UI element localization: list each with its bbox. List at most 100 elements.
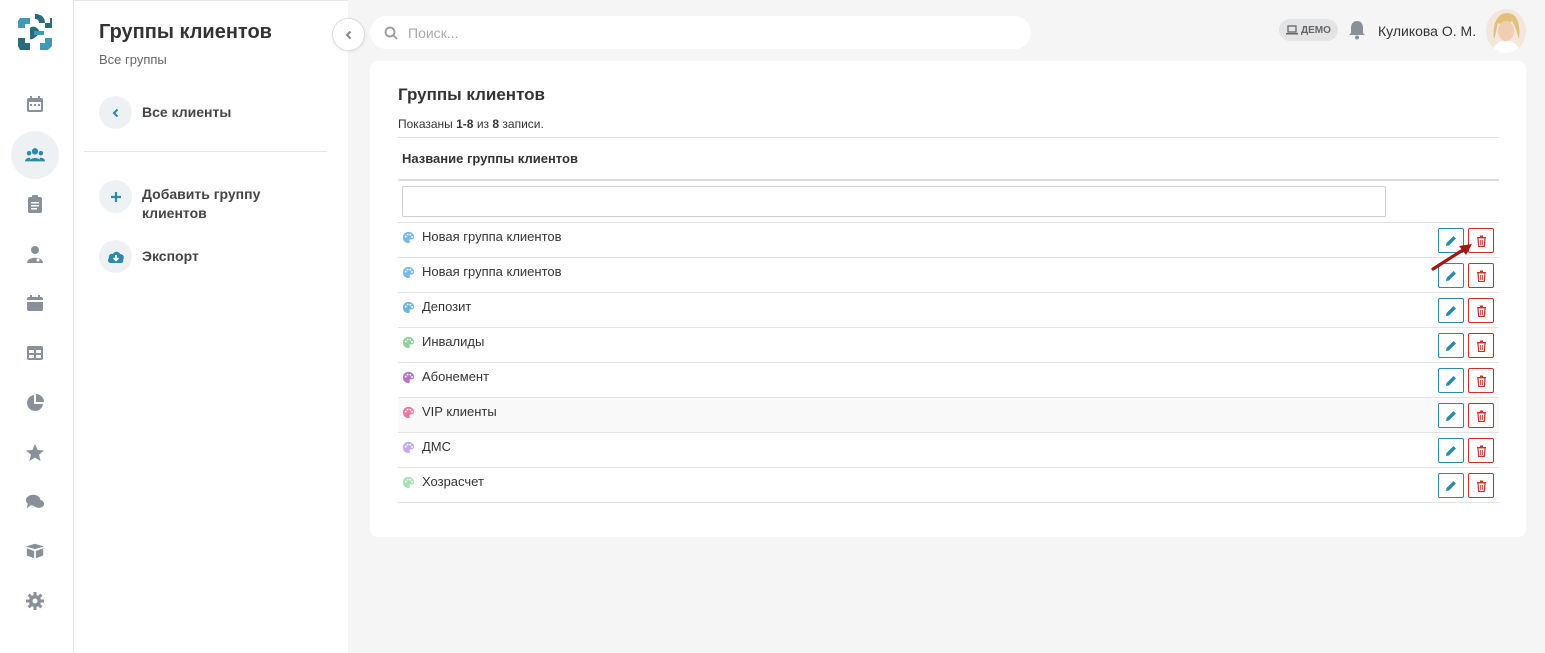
summary-mid: из	[476, 117, 490, 131]
secondary-panel: Группы клиентов Все группы Все клиенты Д…	[74, 0, 348, 653]
trash-icon	[1476, 445, 1486, 457]
clients-icon	[25, 148, 45, 162]
palette-icon	[402, 371, 415, 384]
pencil-icon	[1446, 410, 1456, 421]
nav-reports[interactable]	[11, 379, 59, 427]
divider	[84, 151, 327, 152]
back-to-all-clients-link[interactable]: Все клиенты	[99, 96, 282, 129]
nav-favorites[interactable]	[11, 429, 59, 477]
group-name[interactable]: Хозрасчет	[422, 474, 484, 489]
table-row: Хозрасчет	[398, 468, 1499, 503]
pencil-icon	[1446, 480, 1456, 491]
search-box[interactable]	[370, 16, 1031, 49]
nav-tables[interactable]	[11, 329, 59, 377]
edit-group-button[interactable]	[1438, 333, 1464, 358]
pencil-icon	[1446, 305, 1456, 316]
group-name-filter-input[interactable]	[402, 186, 1386, 217]
group-name[interactable]: Инвалиды	[422, 334, 484, 349]
back-link-label: Все клиенты	[142, 104, 232, 120]
plus-icon	[99, 180, 132, 213]
nav-calendar[interactable]	[11, 80, 59, 128]
table-row: Инвалиды	[398, 328, 1499, 363]
pencil-icon	[1446, 445, 1456, 456]
delete-group-button[interactable]	[1468, 368, 1494, 393]
search-input[interactable]	[408, 24, 968, 41]
table-row: Новая группа клиентов	[398, 223, 1499, 258]
bell-icon	[1349, 21, 1365, 40]
add-group-link[interactable]: Добавить группу клиентов	[99, 180, 282, 223]
pencil-icon	[1446, 375, 1456, 386]
add-group-label: Добавить группу клиентов	[142, 186, 261, 221]
palette-icon	[402, 441, 415, 454]
schedule-icon	[27, 295, 43, 311]
nav-warehouse[interactable]	[11, 527, 59, 575]
card-title: Группы клиентов	[398, 85, 546, 104]
panel-subtitle: Все группы	[99, 52, 167, 67]
column-header-group-name[interactable]: Название группы клиентов	[398, 137, 1499, 181]
edit-group-button[interactable]	[1438, 438, 1464, 463]
table-row: ДМС	[398, 433, 1499, 468]
trash-icon	[1476, 410, 1486, 422]
edit-group-button[interactable]	[1438, 473, 1464, 498]
chevron-left-icon	[345, 30, 351, 39]
user-name[interactable]: Куликова О. М.	[1378, 23, 1476, 39]
delete-group-button[interactable]	[1468, 298, 1494, 323]
notifications-button[interactable]	[1348, 20, 1366, 45]
demo-badge: ДЕМО	[1279, 19, 1338, 41]
summary-total: 8	[492, 117, 500, 131]
demo-badge-label: ДЕМО	[1301, 24, 1331, 36]
summary-range: 1-8	[456, 117, 474, 131]
box-icon	[25, 543, 45, 559]
delete-group-button[interactable]	[1468, 333, 1494, 358]
edit-group-button[interactable]	[1438, 403, 1464, 428]
star-icon	[26, 444, 44, 461]
summary-prefix: Показаны	[398, 117, 453, 131]
palette-icon	[402, 231, 415, 244]
nav-records[interactable]	[11, 180, 59, 228]
group-name[interactable]: ДМС	[422, 439, 451, 454]
palette-icon	[402, 406, 415, 419]
delete-group-button[interactable]	[1468, 473, 1494, 498]
nav-doctors[interactable]	[11, 230, 59, 278]
calendar-icon	[27, 96, 43, 112]
palette-icon	[402, 301, 415, 314]
palette-icon	[402, 266, 415, 279]
palette-icon	[402, 336, 415, 349]
delete-group-button[interactable]	[1468, 438, 1494, 463]
records-summary: Показаны 1-8 из 8 записи.	[398, 117, 544, 131]
nav-clients[interactable]	[11, 131, 59, 179]
groups-table: Название группы клиентов Новая группа кл…	[398, 137, 1499, 503]
trash-icon	[1476, 375, 1486, 387]
pie-chart-icon	[27, 394, 44, 411]
edit-group-button[interactable]	[1438, 368, 1464, 393]
nav-settings[interactable]	[11, 577, 59, 625]
client-groups-card: Группы клиентов Показаны 1-8 из 8 записи…	[370, 61, 1526, 537]
export-label: Экспорт	[142, 248, 199, 264]
group-name[interactable]: Новая группа клиентов	[422, 229, 562, 244]
nav-rail	[0, 0, 74, 653]
table-icon	[27, 346, 43, 360]
nav-messages[interactable]	[11, 478, 59, 526]
table-row: Абонемент	[398, 363, 1499, 398]
app-logo[interactable]	[14, 12, 56, 54]
search-icon	[384, 26, 398, 40]
gear-icon	[26, 592, 44, 610]
group-name[interactable]: VIP клиенты	[422, 404, 497, 419]
nav-schedule[interactable]	[11, 279, 59, 327]
chevron-left-icon	[99, 96, 132, 129]
collapse-panel-button[interactable]	[332, 18, 365, 51]
export-link[interactable]: Экспорт	[99, 240, 282, 273]
avatar[interactable]	[1486, 9, 1526, 53]
table-row: Новая группа клиентов	[398, 258, 1499, 293]
table-row: Депозит	[398, 293, 1499, 328]
trash-icon	[1476, 235, 1486, 247]
edit-group-button[interactable]	[1438, 298, 1464, 323]
table-row: VIP клиенты	[398, 398, 1499, 433]
group-name[interactable]: Депозит	[422, 299, 471, 314]
group-name[interactable]: Абонемент	[422, 369, 489, 384]
cloud-download-icon	[99, 240, 132, 273]
group-name[interactable]: Новая группа клиентов	[422, 264, 562, 279]
red-arrow-annotation	[1431, 244, 1472, 271]
clipboard-icon	[28, 195, 42, 213]
delete-group-button[interactable]	[1468, 403, 1494, 428]
